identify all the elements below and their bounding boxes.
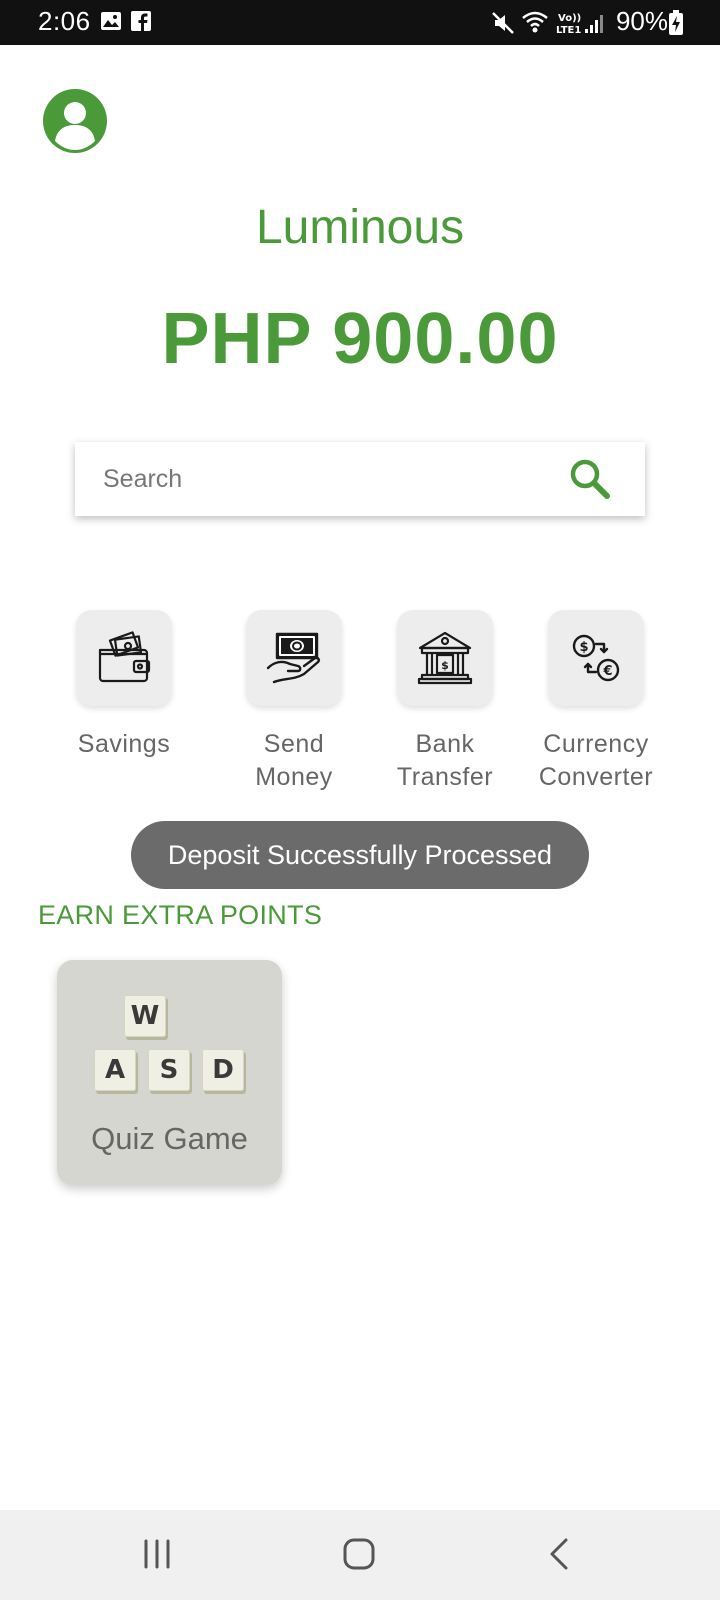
send-money-icon [266,632,320,684]
key-s-icon: S [148,1049,190,1091]
key-a-icon: A [94,1049,136,1091]
send-money-tile[interactable] [246,610,342,706]
volte-icon: Vo)) LTE1 [556,10,586,41]
section-title-earn-points: EARN EXTRA POINTS [38,900,323,930]
bank-icon: $ [417,631,473,685]
currency-exchange-icon: $ € [572,634,620,682]
recent-apps-icon[interactable] [128,1535,188,1575]
quiz-game-card[interactable]: W A S D Quiz Game [57,960,282,1185]
account-balance: PHP 900.00 [161,299,559,379]
mute-icon [490,10,516,41]
savings-button[interactable]: Savings [49,610,199,761]
quiz-game-title: Quiz Game [91,1121,248,1156]
back-icon[interactable] [530,1535,590,1575]
wifi-icon [520,8,550,41]
currency-converter-button[interactable]: $ € Currency Converter [521,610,671,794]
image-notification-icon [100,10,122,37]
bank-transfer-tile[interactable]: $ [397,610,493,706]
home-icon[interactable] [330,1535,390,1575]
status-bar: 2:06 Vo)) LTE1 90% [0,0,720,45]
currency-converter-label: Currency Converter [538,730,654,791]
svg-text:$: $ [441,659,449,672]
send-money-button[interactable]: Send Money [219,610,369,794]
search-bar[interactable] [75,442,645,516]
facebook-icon [130,10,152,37]
bank-transfer-label: Bank Transfer [396,730,494,791]
app-title: Luminous [255,201,465,254]
status-time: 2:06 [38,6,91,36]
savings-tile[interactable] [76,610,172,706]
svg-text:€: € [602,664,612,679]
search-icon[interactable] [567,456,613,502]
savings-label: Savings [77,730,171,758]
svg-text:LTE1: LTE1 [556,25,581,36]
svg-text:Vo)): Vo)) [558,13,581,24]
key-w-icon: W [124,995,166,1037]
signal-icon [584,12,606,39]
svg-text:$: $ [579,640,588,655]
battery-charging-icon [668,10,684,41]
currency-converter-tile[interactable]: $ € [548,610,644,706]
send-money-label: Send Money [255,730,333,791]
toast-message: Deposit Successfully Processed [131,821,589,889]
key-d-icon: D [202,1049,244,1091]
search-input[interactable] [103,456,523,502]
bank-transfer-button[interactable]: $ Bank Transfer [370,610,520,794]
wallet-icon [98,631,151,683]
battery-percentage: 90% [615,6,668,36]
navigation-bar [0,1510,720,1600]
profile-avatar-icon[interactable] [43,89,107,153]
